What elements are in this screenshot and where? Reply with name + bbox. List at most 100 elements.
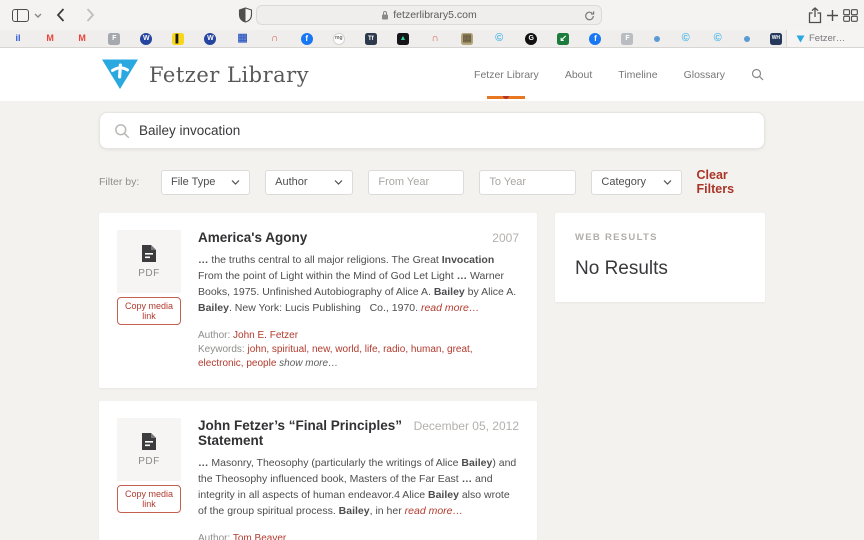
copyright-favicon[interactable]: © — [493, 33, 505, 45]
mg-favicon[interactable]: mg — [332, 32, 345, 45]
author-link[interactable]: John E. Fetzer — [233, 330, 298, 341]
fetzer-logo-icon — [102, 59, 138, 89]
pin-dot-favicon[interactable] — [653, 35, 660, 42]
share-icon — [808, 6, 822, 23]
sidebar-menu-chevron[interactable] — [34, 0, 42, 30]
main-nav: Fetzer Library About Timeline Glossary — [474, 68, 764, 81]
tf-favicon[interactable]: Tf — [364, 32, 377, 45]
copyright-favicon-2[interactable]: © — [680, 33, 692, 45]
file-type-value: File Type — [171, 176, 216, 188]
forward-button[interactable] — [86, 0, 95, 30]
nav-item-about[interactable]: About — [565, 69, 592, 81]
search-box — [99, 112, 765, 149]
nav-item-fetzer-library[interactable]: Fetzer Library — [474, 69, 539, 81]
favorites-bar: il M M F W ▌ W ▦ ∩ f mg Tf ▲ ∩ ▦ © G ↙ f F © © WH Fetzer… — [0, 30, 864, 48]
result-date: 2007 — [492, 231, 519, 245]
light-f-favicon[interactable]: F — [621, 32, 634, 45]
back-chevron-icon — [56, 8, 65, 22]
pin-dot-favicon-2[interactable] — [743, 35, 750, 42]
search-input[interactable] — [139, 123, 750, 138]
search-input-icon — [115, 123, 130, 138]
file-thumbnail: PDF — [117, 230, 181, 293]
nav-item-glossary[interactable]: Glossary — [684, 69, 725, 81]
fetzer-favicon — [796, 35, 805, 42]
file-type-select[interactable]: File Type — [161, 169, 251, 195]
wordpress-favicon-2[interactable]: W — [204, 32, 217, 45]
from-year-input[interactable] — [368, 169, 465, 195]
reload-button[interactable] — [584, 10, 595, 25]
result-date: December 05, 2012 — [413, 419, 519, 433]
category-value: Category — [601, 176, 647, 188]
result-card-1: PDF Copy media link America's Agony 2007… — [99, 213, 537, 388]
share-button[interactable] — [808, 0, 822, 30]
site-header: Fetzer Library Fetzer Library About Time… — [0, 48, 864, 101]
browser-window: fetzerlibrary5.com il M M F W ▌ W ▦ ∩ f mg Tf ▲ ∩ ▦ © G ↙… — [0, 0, 864, 540]
chevron-down-icon — [34, 13, 42, 18]
result-card-2: PDF Copy media link John Fetzer’s “Final… — [99, 401, 537, 540]
forward-chevron-icon — [86, 8, 95, 22]
web-results-heading: WEB RESULTS — [575, 232, 658, 243]
arc-favicon-2[interactable]: ∩ — [429, 33, 441, 45]
address-bar[interactable]: fetzerlibrary5.com — [256, 5, 602, 25]
nav-search-button[interactable] — [751, 68, 764, 81]
web-results-empty: No Results — [575, 258, 668, 279]
filter-bar: Filter by: File Type Author Category Cle… — [99, 168, 765, 196]
pdf-file-icon — [142, 245, 156, 262]
wordpress-favicon[interactable]: W — [140, 32, 153, 45]
mosaic-favicon[interactable]: ▦ — [461, 32, 474, 45]
search-icon — [751, 68, 764, 81]
analytics-favicon[interactable]: il — [12, 33, 24, 45]
filter-label: Filter by: — [99, 176, 140, 188]
results-list: PDF Copy media link America's Agony 2007… — [99, 213, 537, 540]
result-title[interactable]: America's Agony — [198, 230, 307, 245]
sidebar-toggle-button[interactable] — [12, 0, 29, 30]
site-logo[interactable]: Fetzer Library — [100, 58, 309, 91]
author-link[interactable]: Tom Beaver — [233, 533, 286, 540]
nav-item-timeline[interactable]: Timeline — [618, 69, 657, 81]
browser-toolbar: fetzerlibrary5.com — [0, 0, 864, 30]
sidebar-icon — [12, 8, 29, 22]
category-select[interactable]: Category — [591, 169, 682, 195]
mountain-favicon[interactable]: ▲ — [396, 32, 409, 45]
wh-favicon[interactable]: WH — [769, 32, 782, 45]
yellow-note-favicon[interactable]: ▌ — [172, 32, 185, 45]
file-type-label: PDF — [138, 268, 160, 279]
site-title: Fetzer Library — [149, 62, 310, 87]
author-value: Author — [275, 176, 308, 188]
favorites-tab[interactable]: Fetzer… — [786, 30, 864, 47]
back-button[interactable] — [56, 0, 65, 30]
author-label: Author: — [198, 533, 231, 540]
result-snippet: … Masonry, Theosophy (particularly the w… — [198, 457, 517, 517]
new-tab-button[interactable] — [826, 0, 839, 30]
url-text: fetzerlibrary5.com — [393, 9, 477, 21]
arc-favicon[interactable]: ∩ — [269, 33, 281, 45]
reload-icon — [585, 11, 595, 21]
file-type-label: PDF — [138, 456, 160, 467]
facebook-favicon-2[interactable]: f — [589, 32, 602, 45]
facebook-favicon[interactable]: f — [300, 32, 313, 45]
grey-f-favicon[interactable]: F — [108, 32, 121, 45]
result-title[interactable]: John Fetzer’s “Final Principles” Stateme… — [198, 418, 404, 448]
chevron-down-icon — [231, 179, 240, 185]
author-select[interactable]: Author — [265, 169, 354, 195]
to-year-input[interactable] — [479, 169, 577, 195]
gmail-favicon-2[interactable]: M — [76, 33, 88, 45]
privacy-report-button[interactable] — [238, 0, 253, 30]
green-arrow-favicon[interactable]: ↙ — [557, 32, 570, 45]
plus-icon — [827, 9, 838, 21]
keywords-label: Keywords: — [198, 344, 245, 355]
gmail-favicon[interactable]: M — [44, 33, 56, 45]
tab-overview-button[interactable] — [843, 0, 858, 30]
result-snippet: … the truths central to all major religi… — [198, 254, 517, 314]
show-more-link[interactable]: show more… — [279, 358, 338, 369]
chevron-down-icon — [334, 179, 343, 185]
favorites-icons: il M M F W ▌ W ▦ ∩ f mg Tf ▲ ∩ ▦ © G ↙ f F © © WH — [8, 30, 786, 47]
grid-favicon[interactable]: ▦ — [237, 33, 249, 45]
black-g-favicon[interactable]: G — [525, 32, 538, 45]
clear-filters-link[interactable]: Clear Filters — [697, 168, 765, 196]
favorites-tab-label: Fetzer… — [809, 33, 846, 44]
copyright-favicon-3[interactable]: © — [712, 33, 724, 45]
copy-media-link-button[interactable]: Copy media link — [117, 297, 181, 325]
web-results-panel: WEB RESULTS No Results — [555, 213, 765, 302]
copy-media-link-button[interactable]: Copy media link — [117, 485, 181, 513]
